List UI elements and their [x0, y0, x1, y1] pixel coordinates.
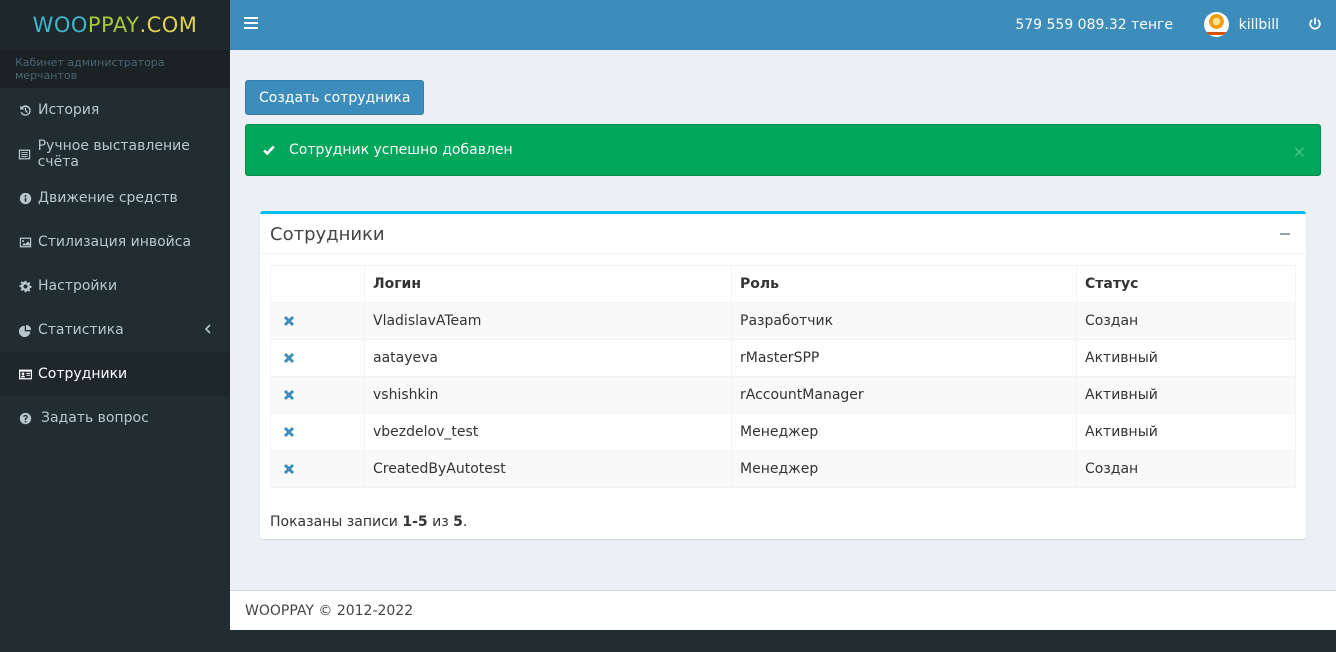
user-menu[interactable]: killbill: [1203, 12, 1279, 37]
role-cell: Менеджер: [731, 450, 1077, 488]
role-cell: Разработчик: [731, 302, 1077, 340]
create-employee-button[interactable]: Создать сотрудника: [245, 80, 425, 115]
collapse-minus-icon[interactable]: [1280, 233, 1290, 235]
delete-icon[interactable]: [283, 426, 295, 438]
footer-copyright: WOOPPAY © 2012-2022: [245, 602, 414, 619]
role-cell: rMasterSPP: [731, 339, 1077, 377]
history-icon: [18, 103, 32, 117]
close-icon[interactable]: ×: [1293, 142, 1306, 161]
top-navbar: 579 559 089.32 тенге killbill: [230, 0, 1336, 50]
sidebar-item-history[interactable]: История: [0, 88, 230, 132]
summary-prefix: Показаны записи: [270, 514, 403, 530]
table-row: VladislavATeam Разработчик Создан: [270, 302, 1296, 340]
sidebar-item-label: Настройки: [38, 278, 118, 294]
account-balance: 579 559 089.32 тенге: [1015, 17, 1173, 33]
sidebar-item-statistics[interactable]: Статистика: [0, 308, 230, 352]
table-row: aatayeva rMasterSPP Активный: [270, 339, 1296, 377]
pagination-summary: Показаны записи 1-5 из 5.: [270, 514, 467, 530]
gear-icon: [18, 279, 32, 293]
employees-table-wrap: Логин Роль Статус VladislavATeam Разрабо…: [270, 265, 1296, 488]
footer: WOOPPAY © 2012-2022: [230, 590, 1336, 630]
login-cell: vshishkin: [364, 376, 732, 414]
table-header-row: Логин Роль Статус: [270, 265, 1296, 303]
employees-box: Сотрудники Логин Роль Статус VladislavAT…: [260, 211, 1306, 539]
login-cell: vbezdelov_test: [364, 413, 732, 451]
status-cell: Создан: [1076, 302, 1296, 340]
alert-message: Сотрудник успешно добавлен: [289, 142, 513, 158]
table-row: vshishkin rAccountManager Активный: [270, 376, 1296, 414]
chevron-left-icon: [204, 323, 212, 335]
image-icon: [18, 235, 32, 249]
status-cell: Активный: [1076, 376, 1296, 414]
status-cell: Создан: [1076, 450, 1296, 488]
box-title: Сотрудники: [270, 224, 385, 245]
question-icon: [18, 411, 32, 425]
sidebar-item-label: Задать вопрос: [41, 410, 149, 426]
summary-range: 1-5: [402, 514, 428, 530]
sidebar-item-settings[interactable]: Настройки: [0, 264, 230, 308]
login-cell: VladislavATeam: [364, 302, 732, 340]
sidebar-item-label: Сотрудники: [38, 366, 128, 382]
sidebar-item-manual-invoice[interactable]: Ручное выставление счёта: [0, 132, 230, 176]
delete-icon[interactable]: [283, 389, 295, 401]
row-actions-cell: [270, 450, 365, 488]
logo-part-2: PPAY: [87, 13, 140, 37]
sidebar-item-label: История: [38, 102, 100, 118]
sidebar: WOO PPAY .COM Кабинет администратора мерча…: [0, 0, 230, 652]
login-cell: aatayeva: [364, 339, 732, 377]
avatar: [1203, 12, 1229, 37]
sidebar-item-ask-question[interactable]: Задать вопрос: [0, 396, 230, 440]
list-icon: [18, 147, 32, 161]
check-icon: [262, 143, 276, 157]
role-cell: rAccountManager: [731, 376, 1077, 414]
hamburger-menu-icon[interactable]: [244, 17, 258, 31]
sidebar-item-label: Ручное выставление счёта: [37, 138, 190, 170]
row-actions-cell: [270, 302, 365, 340]
sidebar-item-invoice-style[interactable]: Стилизация инвойса: [0, 220, 230, 264]
sidebar-menu: История Ручное выставление счёта Движени…: [0, 88, 230, 440]
delete-icon[interactable]: [283, 463, 295, 475]
id-card-icon: [18, 367, 32, 381]
column-header-status[interactable]: Статус: [1076, 265, 1296, 303]
pie-chart-icon: [18, 323, 32, 337]
role-cell: Менеджер: [731, 413, 1077, 451]
logo[interactable]: WOO PPAY .COM: [0, 0, 230, 50]
status-cell: Активный: [1076, 413, 1296, 451]
delete-icon[interactable]: [283, 315, 295, 327]
delete-icon[interactable]: [283, 352, 295, 364]
row-actions-cell: [270, 376, 365, 414]
info-icon: [18, 191, 32, 205]
summary-mid: из: [427, 514, 454, 530]
column-header-login[interactable]: Логин: [364, 265, 732, 303]
row-actions-cell: [270, 339, 365, 377]
username: killbill: [1238, 16, 1279, 33]
column-header-role[interactable]: Роль: [731, 265, 1077, 303]
sidebar-caption: Кабинет администратора мерчантов: [0, 50, 230, 88]
sidebar-item-employees[interactable]: Сотрудники: [0, 352, 230, 396]
sidebar-item-label: Статистика: [38, 322, 124, 338]
sidebar-item-label: Движение средств: [38, 190, 178, 206]
sidebar-item-label: Стилизация инвойса: [38, 234, 192, 250]
logo-part-1: WOO: [32, 13, 88, 37]
box-header: Сотрудники: [260, 214, 1306, 254]
logo-part-3: .COM: [139, 13, 198, 37]
power-icon[interactable]: [1308, 17, 1322, 31]
summary-total: 5: [453, 514, 463, 530]
sidebar-item-funds[interactable]: Движение средств: [0, 176, 230, 220]
table-row: CreatedByAutotest Менеджер Создан: [270, 450, 1296, 488]
summary-suffix: .: [462, 514, 468, 530]
employees-table: Логин Роль Статус VladislavATeam Разрабо…: [270, 265, 1296, 488]
row-actions-cell: [270, 413, 365, 451]
table-row: vbezdelov_test Менеджер Активный: [270, 413, 1296, 451]
status-cell: Активный: [1076, 339, 1296, 377]
login-cell: CreatedByAutotest: [364, 450, 732, 488]
success-alert: Сотрудник успешно добавлен ×: [245, 124, 1321, 176]
app-root: WOO PPAY .COM Кабинет администратора мерча…: [0, 0, 1336, 652]
column-header-actions: [270, 265, 365, 303]
main-content: Создать сотрудника Сотрудник успешно доб…: [230, 50, 1336, 590]
